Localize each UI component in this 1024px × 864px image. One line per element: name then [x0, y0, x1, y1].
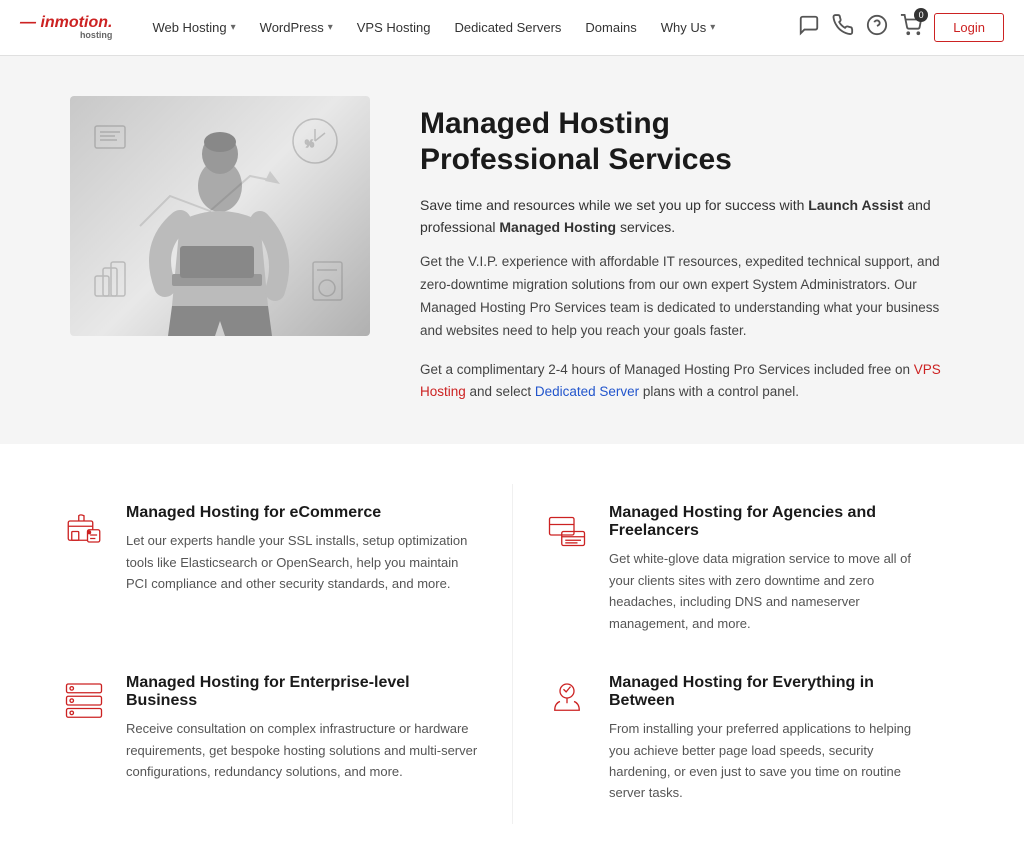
feature-ecommerce-desc: Let our experts handle your SSL installs…	[126, 530, 482, 594]
feature-agencies-text: Managed Hosting for Agencies and Freelan…	[609, 504, 934, 634]
chat-icon[interactable]	[798, 14, 820, 41]
hero-subtitle: Save time and resources while we set you…	[420, 194, 964, 239]
enterprise-icon	[60, 674, 108, 722]
bold-managed-hosting: Managed Hosting	[499, 219, 616, 235]
logo[interactable]: — inmotion. hosting	[20, 14, 112, 41]
feature-agencies: Managed Hosting for Agencies and Freelan…	[512, 484, 964, 654]
bold-launch-assist: Launch Assist	[808, 197, 903, 213]
feature-ecommerce-title: Managed Hosting for eCommerce	[126, 504, 482, 522]
chevron-down-icon: ▾	[328, 22, 333, 33]
cart-icon[interactable]: 0	[900, 14, 922, 41]
ecommerce-icon	[60, 504, 108, 552]
agencies-icon	[543, 504, 591, 552]
feature-enterprise-desc: Receive consultation on complex infrastr…	[126, 718, 482, 782]
feature-everything: Managed Hosting for Everything in Betwee…	[512, 654, 964, 824]
hero-description: Get the V.I.P. experience with affordabl…	[420, 251, 964, 343]
feature-enterprise: Managed Hosting for Enterprise-level Bus…	[60, 654, 512, 824]
features-section: Managed Hosting for eCommerce Let our ex…	[0, 444, 1024, 864]
feature-enterprise-title: Managed Hosting for Enterprise-level Bus…	[126, 674, 482, 710]
nav-domains[interactable]: Domains	[573, 0, 648, 56]
support-icon[interactable]	[866, 14, 888, 41]
chevron-down-icon: ▾	[231, 22, 236, 33]
hero-section: %	[0, 56, 1024, 444]
hero-title: Managed Hosting Professional Services	[420, 106, 964, 178]
nav-why-us[interactable]: Why Us ▾	[649, 0, 728, 56]
feature-everything-title: Managed Hosting for Everything in Betwee…	[609, 674, 934, 710]
feature-ecommerce-text: Managed Hosting for eCommerce Let our ex…	[126, 504, 482, 594]
nav-web-hosting[interactable]: Web Hosting ▾	[140, 0, 247, 56]
nav-dedicated-servers[interactable]: Dedicated Servers	[442, 0, 573, 56]
cart-badge: 0	[914, 8, 928, 22]
feature-ecommerce: Managed Hosting for eCommerce Let our ex…	[60, 484, 512, 654]
logo-sub: hosting	[20, 31, 112, 41]
header-icons: 0 Login	[798, 13, 1004, 42]
feature-agencies-desc: Get white-glove data migration service t…	[609, 548, 934, 634]
hero-content: Managed Hosting Professional Services Sa…	[420, 96, 964, 404]
hero-image-container: %	[60, 96, 380, 336]
hero-image: %	[70, 96, 370, 336]
main-nav: Web Hosting ▾ WordPress ▾ VPS Hosting De…	[140, 0, 798, 56]
hero-footer: Get a complimentary 2-4 hours of Managed…	[420, 359, 964, 405]
logo-brand: — inmotion.	[20, 14, 112, 31]
nav-wordpress[interactable]: WordPress ▾	[248, 0, 345, 56]
login-button[interactable]: Login	[934, 13, 1004, 42]
feature-everything-text: Managed Hosting for Everything in Betwee…	[609, 674, 934, 804]
phone-icon[interactable]	[832, 14, 854, 41]
dedicated-server-link[interactable]: Dedicated Server	[535, 384, 639, 399]
nav-vps-hosting[interactable]: VPS Hosting	[345, 0, 443, 56]
feature-enterprise-text: Managed Hosting for Enterprise-level Bus…	[126, 674, 482, 782]
chevron-down-icon: ▾	[710, 22, 715, 33]
everything-icon	[543, 674, 591, 722]
site-header: — inmotion. hosting Web Hosting ▾ WordPr…	[0, 0, 1024, 56]
feature-everything-desc: From installing your preferred applicati…	[609, 718, 934, 804]
feature-agencies-title: Managed Hosting for Agencies and Freelan…	[609, 504, 934, 540]
